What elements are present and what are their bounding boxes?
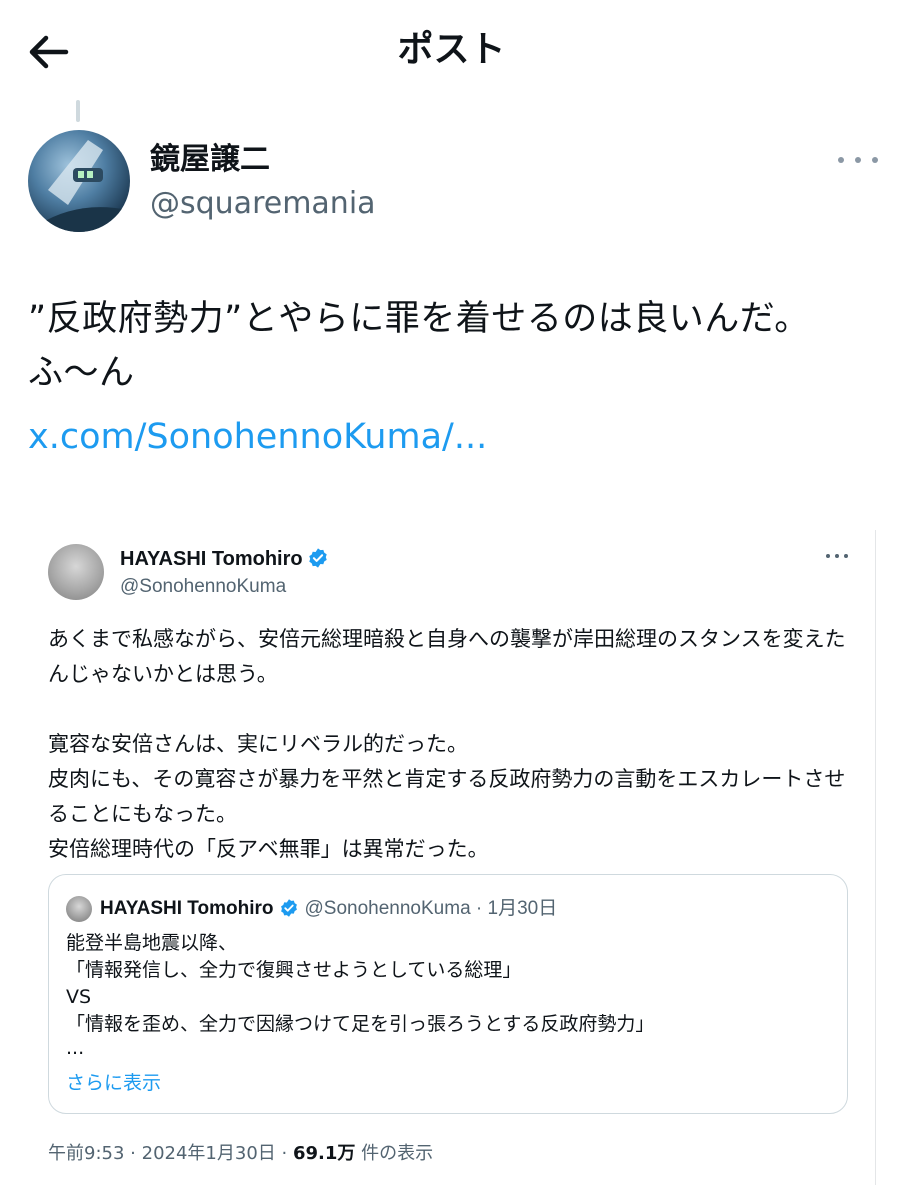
quoted-line: ...: [66, 1037, 85, 1059]
quoted-tweet-body: 能登半島地震以降、 「情報発信し、全力で復興させようとしている総理」 VS 「情…: [66, 930, 836, 1058]
avatar-image: [28, 140, 128, 232]
meta-separator: ·: [281, 1143, 288, 1164]
more-dots-icon: [826, 554, 830, 558]
embedded-line: 安倍総理時代の「反アベ無罪」は異常だった。: [48, 837, 489, 861]
quoted-line: VS: [66, 986, 92, 1008]
avatar[interactable]: [28, 130, 130, 232]
quoted-author-name: HAYASHI Tomohiro: [100, 898, 274, 919]
more-dots-icon-dot: [835, 554, 839, 558]
meta-separator: ·: [130, 1143, 136, 1164]
more-dots-icon-dot: [872, 157, 878, 163]
quoted-line: 「情報発信し、全力で復興させようとしている総理」: [66, 959, 522, 981]
embedded-date: 2024年1月30日: [141, 1143, 276, 1164]
verified-badge-icon: [308, 548, 327, 568]
author-name[interactable]: 鏡屋譲二: [150, 140, 270, 180]
embedded-meta: 午前9:53 · 2024年1月30日 · 69.1万 件の表示: [48, 1141, 433, 1167]
more-dots-icon: [838, 157, 844, 163]
thread-connector-line: [76, 100, 80, 122]
author-handle[interactable]: @squaremania: [150, 184, 376, 224]
embedded-author-line: HAYASHI Tomohiro: [120, 546, 329, 572]
embedded-more-options: [826, 551, 848, 561]
embedded-line: 皮肉にも、その寛容さが暴力を平然と肯定する反政府勢力の言動をエスカレートさせるこ…: [48, 767, 846, 826]
verified-badge-icon: [280, 899, 297, 917]
quoted-avatar: [66, 896, 92, 922]
more-dots-icon-dot: [855, 157, 861, 163]
quoted-date: 1月30日: [487, 898, 558, 919]
embedded-author-name: HAYASHI Tomohiro: [120, 548, 303, 570]
quoted-line: 「情報を歪め、全力で因縁つけて足を引っ張ろうとする反政府勢力」: [66, 1013, 655, 1035]
embedded-view-count: 69.1万: [293, 1143, 356, 1164]
embedded-view-label: 件の表示: [361, 1143, 434, 1164]
post-link[interactable]: x.com/SonohennoKuma/...: [28, 410, 487, 464]
show-more-link: さらに表示: [66, 1072, 162, 1094]
embedded-paragraph: あくまで私感ながら、安倍元総理暗殺と自身への襲撃が岸田総理のスタンスを変えたんじ…: [48, 627, 846, 686]
quoted-author-handle: @SonohennoKuma: [304, 898, 471, 919]
embedded-tweet-body: あくまで私感ながら、安倍元総理暗殺と自身への襲撃が岸田総理のスタンスを変えたんじ…: [48, 622, 858, 867]
post-text: ”反政府勢力”とやらに罪を着せるのは良いんだ。ふ〜ん: [28, 299, 810, 393]
page-title: ポスト: [397, 29, 506, 70]
quoted-tweet-header: HAYASHI Tomohiro @SonohennoKuma · 1月30日: [100, 896, 557, 922]
embedded-time: 午前9:53: [48, 1143, 125, 1164]
embedded-line: 寛容な安倍さんは、実にリベラル的だった。: [48, 732, 468, 756]
quoted-line: 能登半島地震以降、: [66, 932, 238, 954]
embedded-author-handle: @SonohennoKuma: [120, 576, 287, 597]
more-options-button[interactable]: [838, 150, 878, 170]
more-dots-icon-dot: [844, 554, 848, 558]
quoted-separator: ·: [475, 898, 483, 919]
embedded-avatar: [48, 544, 104, 600]
